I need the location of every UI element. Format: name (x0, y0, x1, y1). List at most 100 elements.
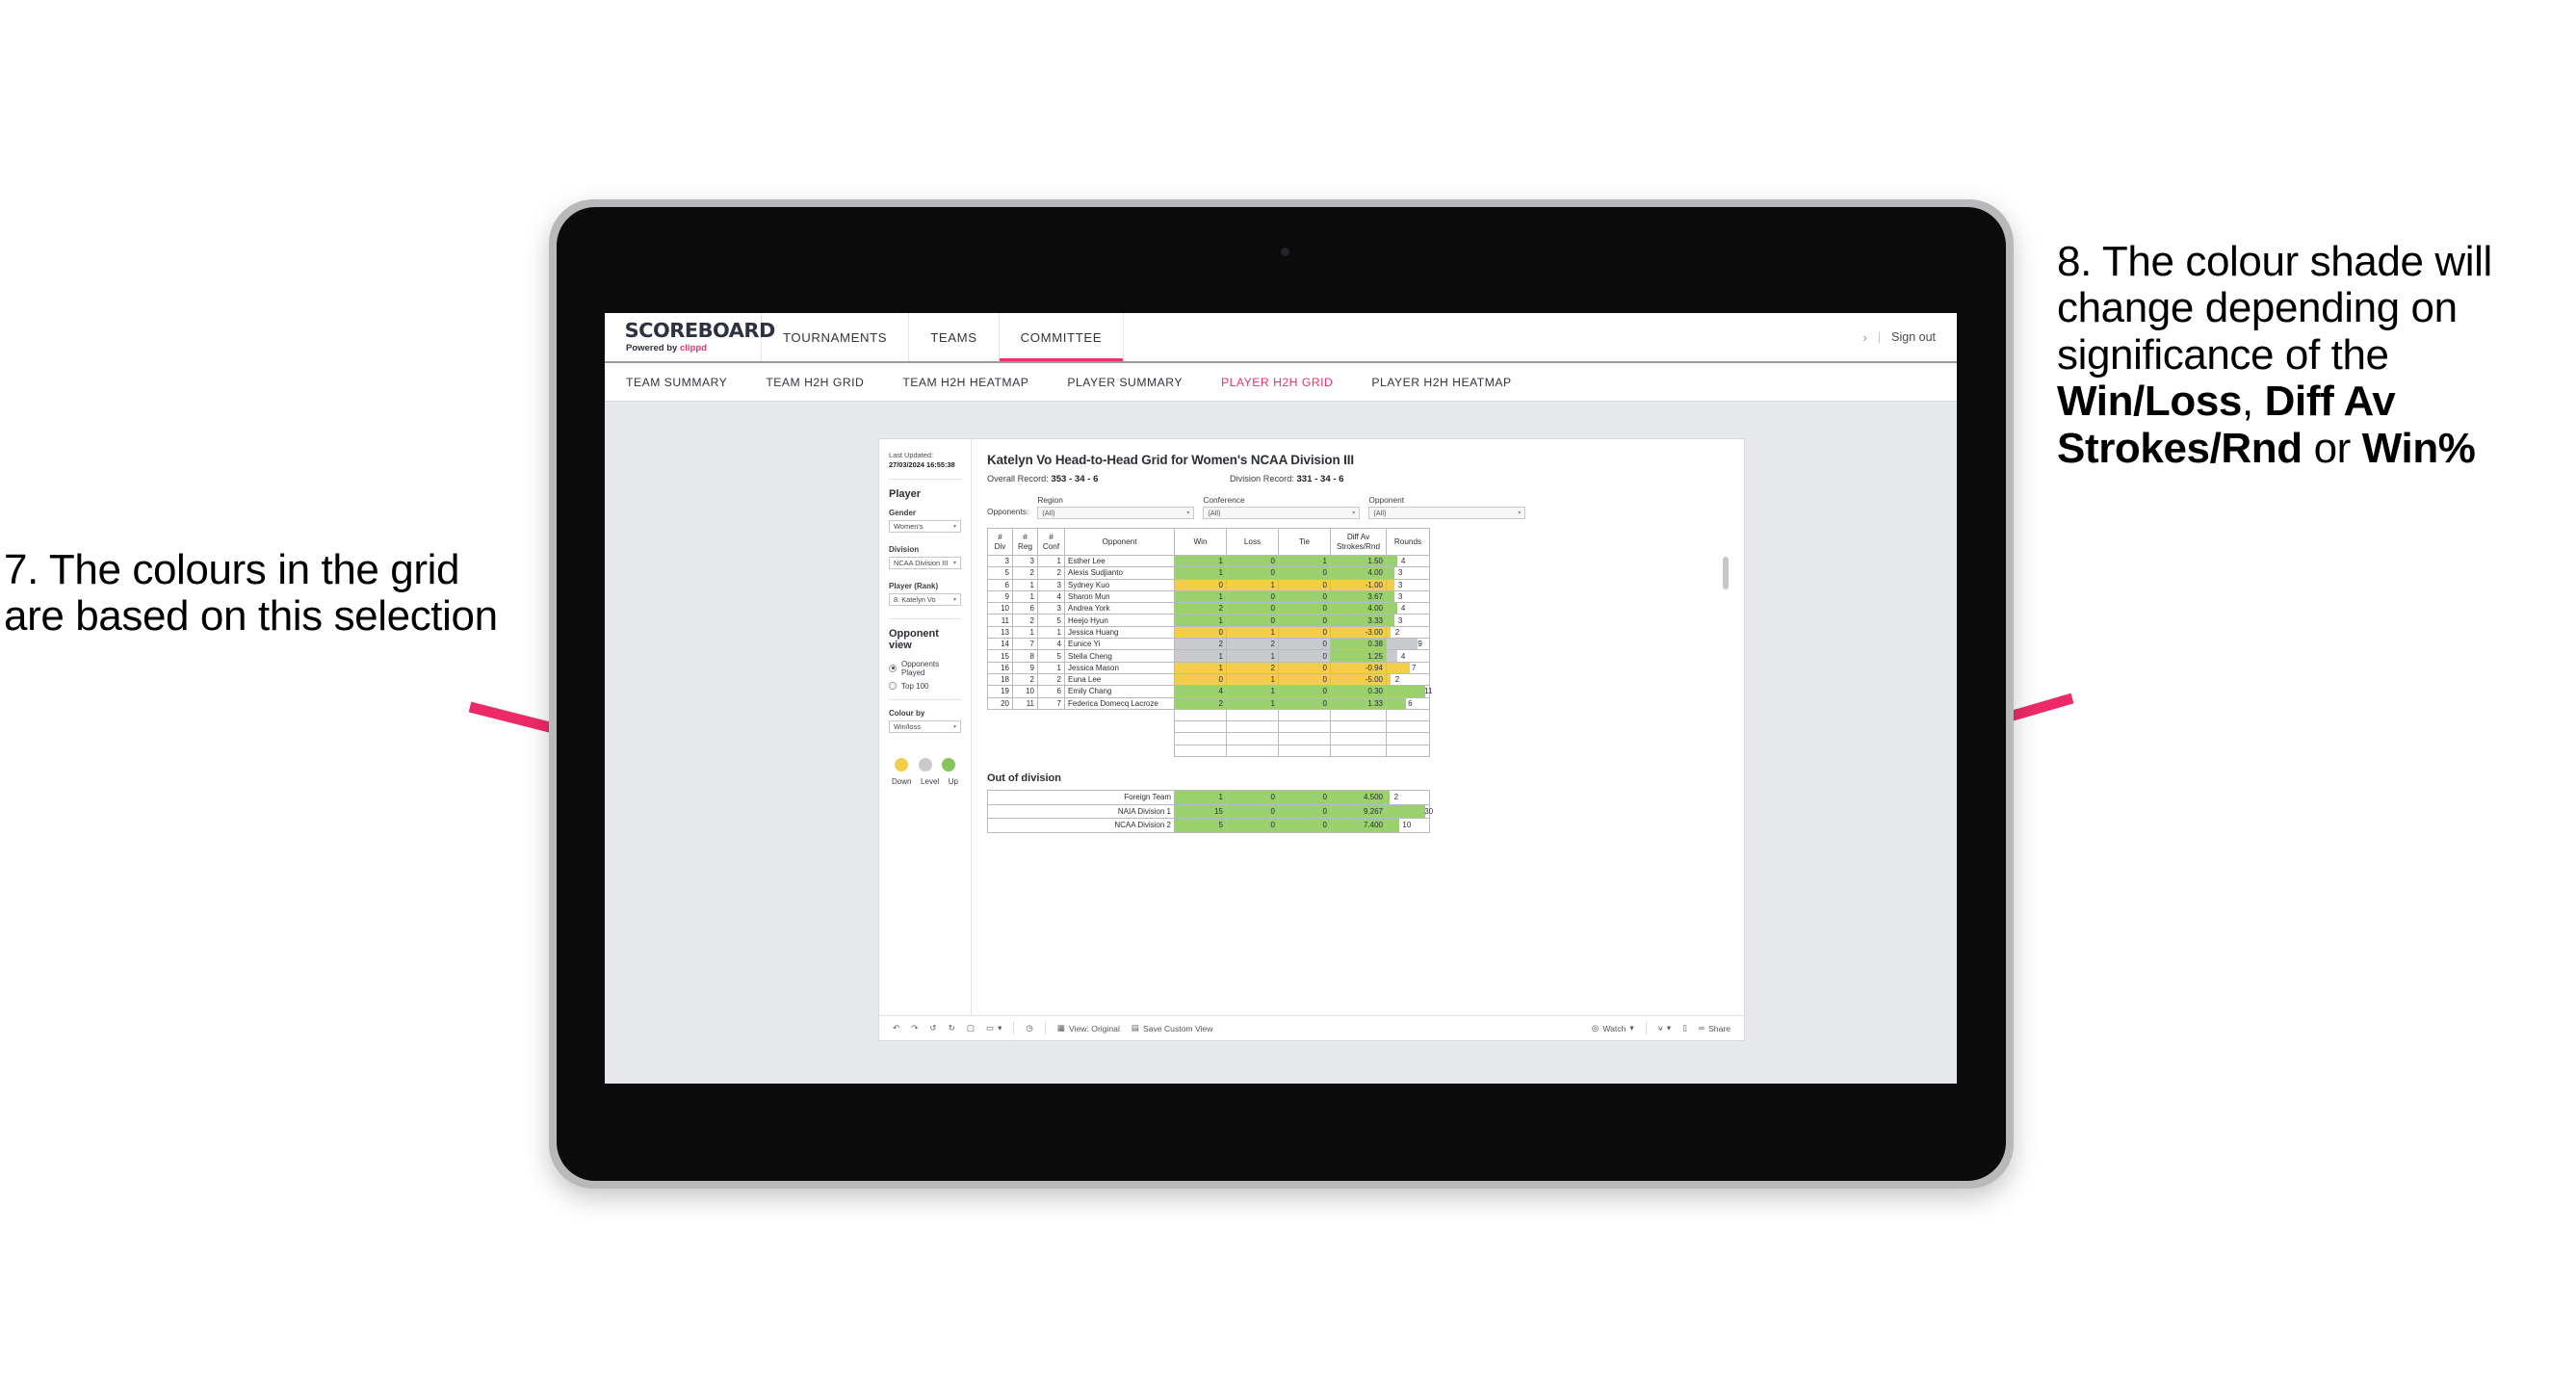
share-button[interactable]: ∞ Share (1699, 1024, 1730, 1033)
region-filter[interactable]: Region (All) ▾ (1037, 495, 1195, 519)
gender-label: Gender (889, 508, 917, 517)
cell-rounds: 30 (1386, 803, 1433, 820)
tablet-bezel: SCOREBOARD Powered by clippd TOURNAMENTS… (557, 207, 2006, 1181)
cell-conf: 1 (1037, 554, 1065, 568)
tab-player-h2h-heatmap[interactable]: PLAYER H2H HEATMAP (1371, 376, 1511, 389)
radio-top-100[interactable]: Top 100 (889, 682, 961, 691)
brand-logo[interactable]: SCOREBOARD Powered by clippd (605, 313, 775, 361)
download-dropdown-icon[interactable]: ▭ ▾ (986, 1024, 1002, 1033)
refresh-icon[interactable]: ↻ (949, 1024, 955, 1033)
table-row[interactable]: 5 2 2 Alexis Sudjianto 1 0 0 4.00 3 (987, 566, 1430, 580)
rounds-bar (1387, 650, 1398, 662)
view-original-button[interactable]: ▦ View: Original (1057, 1024, 1120, 1033)
table-row[interactable]: 10 6 3 Andrea York 2 0 0 4.00 4 (987, 602, 1430, 615)
cell-empty (1037, 745, 1065, 757)
tab-team-h2h-grid[interactable]: TEAM H2H GRID (766, 376, 864, 389)
cell-label: NCAA Division 2 (987, 818, 1175, 833)
revert-icon[interactable]: ↺ (929, 1024, 936, 1033)
cell-conf: 5 (1037, 614, 1065, 627)
tablet-device: SCOREBOARD Powered by clippd TOURNAMENTS… (549, 199, 2014, 1189)
rounds-value: 4 (1400, 557, 1406, 566)
viz-toolbar: ↶ ↷ ↺ ↻ ▢ ▭ ▾ ◷ ▦ View: Original ▤ Save Cus… (879, 1015, 1744, 1040)
table-row[interactable]: 3 3 1 Esther Lee 1 0 1 1.50 4 (987, 554, 1430, 568)
table-row[interactable]: 6 1 3 Sydney Kuo 0 1 0 -1.00 3 (987, 578, 1430, 591)
watch-button[interactable]: ◎ Watch ▾ (1592, 1023, 1634, 1033)
cell-label: Foreign Team (987, 790, 1175, 805)
cell-tie: 0 (1278, 685, 1331, 698)
table-row[interactable]: NCAA Division 2 5 0 0 7.400 10 (987, 818, 1430, 833)
vertical-scrollbar[interactable] (1723, 557, 1729, 589)
chevron-right-icon[interactable]: › (1863, 330, 1867, 345)
nav-committee[interactable]: COMMITTEE (1000, 313, 1125, 361)
cell-diff: 3.33 (1330, 614, 1387, 627)
cell-rounds: 2 (1386, 672, 1430, 687)
tab-player-summary[interactable]: PLAYER SUMMARY (1067, 376, 1183, 389)
table-row[interactable]: 13 1 1 Jessica Huang 0 1 0 -3.00 2 (987, 625, 1430, 640)
rounds-value: 7 (1411, 663, 1417, 672)
rounds-value: 6 (1408, 698, 1413, 708)
cell-tie: 0 (1278, 672, 1331, 687)
cell-div: 19 (987, 685, 1013, 698)
conference-filter[interactable]: Conference (All) ▾ (1203, 495, 1361, 519)
gender-select[interactable]: Women's ▾ (889, 519, 961, 533)
tab-team-summary[interactable]: TEAM SUMMARY (626, 376, 727, 389)
chevron-down-icon: ▾ (1352, 510, 1356, 516)
pause-icon[interactable]: ▢ (967, 1024, 975, 1033)
app-header: SCOREBOARD Powered by clippd TOURNAMENTS… (605, 313, 1957, 363)
opponent-filter[interactable]: Opponent (All) ▾ (1368, 495, 1526, 519)
radio-opponents-played[interactable]: Opponents Played (889, 660, 961, 677)
table-row[interactable]: 14 7 4 Eunice Yi 2 2 0 0.38 9 (987, 638, 1430, 651)
player-rank-select[interactable]: 8. Katelyn Vo ▾ (889, 592, 961, 606)
rounds-value: 4 (1400, 604, 1406, 614)
col-loss: Loss (1226, 528, 1279, 556)
cell-win: 0 (1174, 672, 1227, 687)
table-row[interactable]: 18 2 2 Euna Lee 0 1 0 -5.00 2 (987, 672, 1430, 687)
tab-team-h2h-heatmap[interactable]: TEAM H2H HEATMAP (902, 376, 1028, 389)
undo-icon[interactable]: ↶ (893, 1024, 899, 1033)
save-custom-view-button[interactable]: ▤ Save Custom View (1132, 1024, 1213, 1033)
nav-tournaments[interactable]: TOURNAMENTS (762, 313, 910, 361)
tab-player-h2h-grid[interactable]: PLAYER H2H GRID (1221, 376, 1333, 389)
cell-conf: 3 (1037, 578, 1065, 591)
rounds-value: 10 (1402, 821, 1412, 830)
cell-conf: 4 (1037, 589, 1065, 604)
table-row[interactable]: 15 8 5 Stella Cheng 1 1 0 1.25 4 (987, 649, 1430, 663)
table-row[interactable]: 20 11 7 Federica Domecq Lacroze 2 1 0 1.33 6 (987, 696, 1430, 710)
cell-div: 5 (987, 566, 1013, 580)
cell-opponent: Federica Domecq Lacroze (1064, 696, 1175, 710)
cell-rounds: 10 (1386, 818, 1430, 833)
redo-icon[interactable]: ↷ (911, 1024, 918, 1033)
table-row[interactable]: Foreign Team 1 0 0 4.500 2 (987, 790, 1430, 805)
fullscreen-icon[interactable]: ▯ (1682, 1024, 1687, 1033)
table-row[interactable]: 11 2 5 Heejo Hyun 1 0 0 3.33 3 (987, 614, 1430, 627)
cell-rounds: 3 (1386, 589, 1430, 604)
h2h-grid-table[interactable]: #Div #Reg #Conf Opponent Win Loss Tie (987, 528, 1433, 758)
colour-by-select[interactable]: Win/loss ▾ (889, 719, 961, 733)
out-of-division-table[interactable]: Foreign Team 1 0 0 4.500 2 NAIA Division 1 15 0 0… (987, 790, 1433, 833)
divider (889, 478, 961, 480)
division-select[interactable]: NCAA Division III ▾ (889, 556, 961, 569)
download-icon[interactable]: ⍱ ▾ (1658, 1024, 1672, 1033)
cell-loss: 2 (1226, 661, 1279, 674)
table-row[interactable]: 16 9 1 Jessica Mason 1 2 0 -0.94 7 (987, 661, 1430, 674)
chevron-down-icon: ▾ (952, 560, 956, 566)
tablet-screen: SCOREBOARD Powered by clippd TOURNAMENTS… (605, 313, 1957, 1084)
gender-value: Women's (894, 521, 924, 531)
table-row[interactable]: 19 10 6 Emily Chang 4 1 0 0.30 11 (987, 685, 1433, 698)
cell-loss: 1 (1226, 649, 1279, 663)
clock-icon[interactable]: ◷ (1026, 1024, 1033, 1033)
rounds-value: 2 (1393, 793, 1399, 802)
cell-div: 11 (987, 614, 1013, 627)
cell-reg: 3 (1012, 554, 1038, 568)
sign-out-link[interactable]: Sign out (1891, 330, 1936, 344)
table-row[interactable]: 9 1 4 Sharon Mun 1 0 0 3.67 3 (987, 589, 1430, 604)
nav-teams[interactable]: TEAMS (909, 313, 1000, 361)
out-of-division-title: Out of division (987, 772, 1061, 785)
opponents-label: Opponents: (987, 507, 1029, 516)
cell-empty (1012, 745, 1038, 757)
colour-by-label: Colour by (889, 708, 925, 718)
table-row[interactable]: NAIA Division 1 15 0 0 9.267 30 (987, 803, 1433, 820)
rounds-bar (1387, 673, 1392, 686)
division-record-value: 331 - 34 - 6 (1296, 474, 1344, 484)
rounds-bar (1387, 639, 1418, 650)
